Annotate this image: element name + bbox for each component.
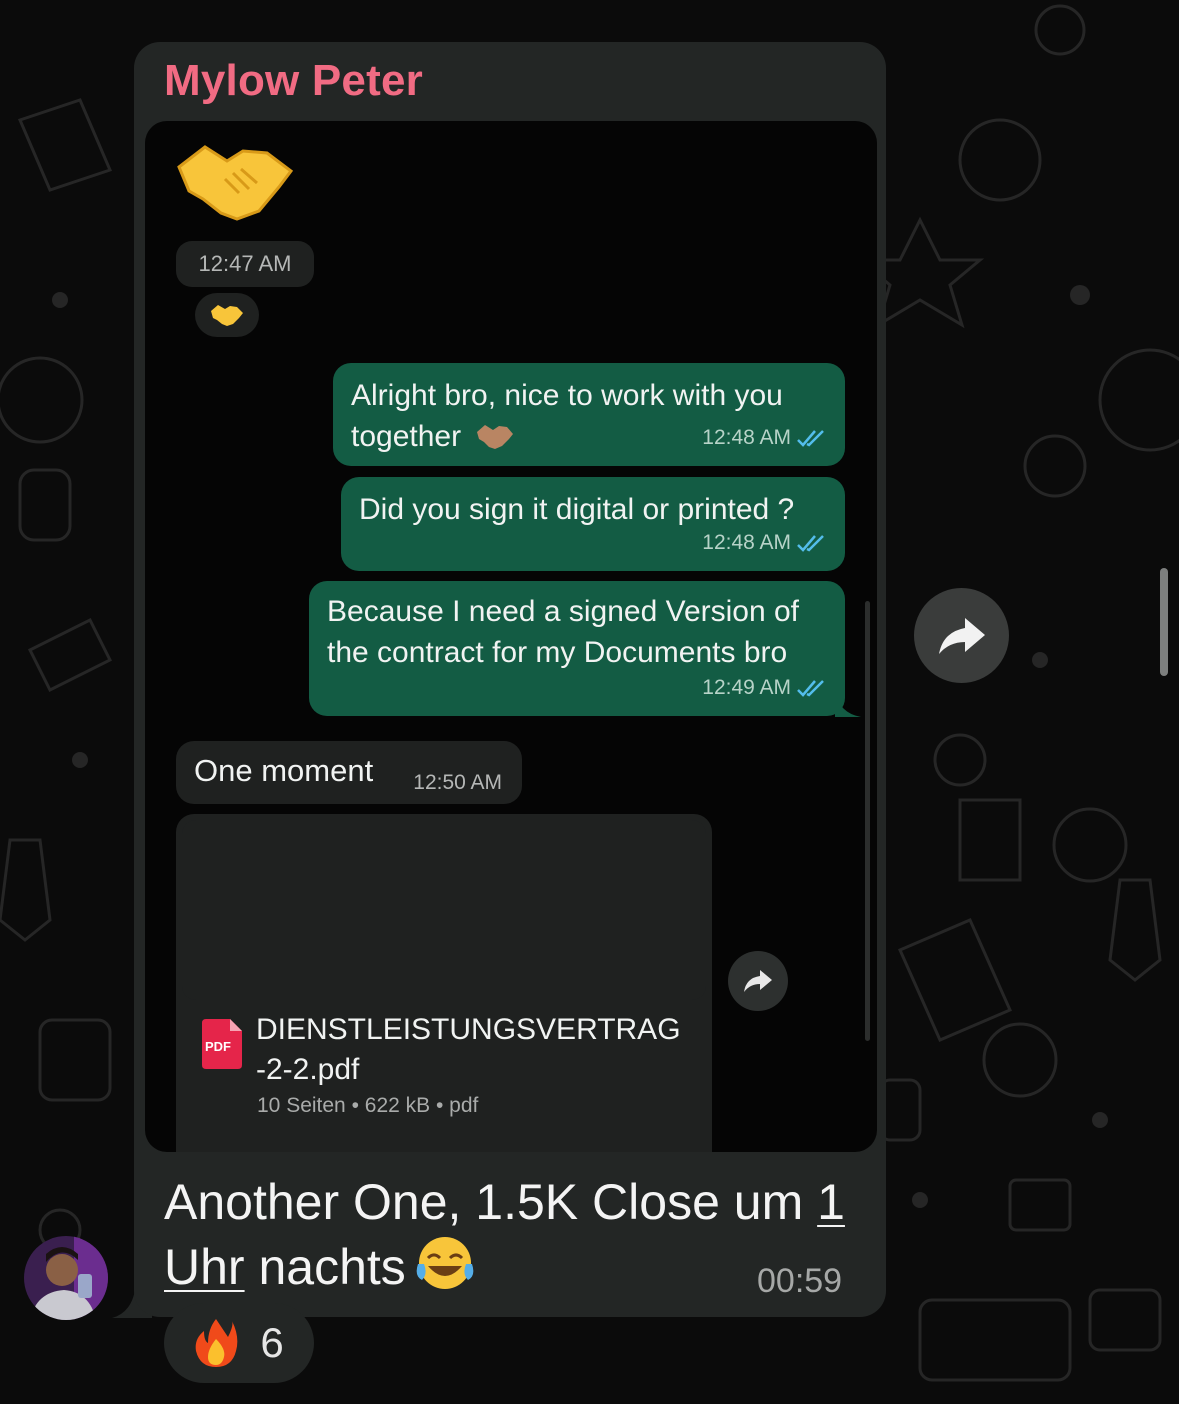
sender-name[interactable]: Mylow Peter [164, 56, 423, 106]
message-time: 12:50 AM [413, 771, 502, 794]
scrollbar[interactable] [1160, 568, 1168, 676]
outgoing-message[interactable]: Alright bro, nice to work with you toget… [333, 363, 845, 466]
scrollbar [865, 601, 870, 1041]
double-check-icon [797, 534, 824, 552]
handshake-emoji [211, 305, 243, 326]
link-text[interactable]: Uhr [164, 1239, 245, 1295]
laughing-emoji [416, 1237, 474, 1289]
message-text: Because I need a signed Version of [327, 595, 800, 628]
message-time: 12:48 AM [702, 531, 791, 554]
handshake-reaction [195, 293, 259, 337]
avatar-image [24, 1236, 108, 1320]
fire-emoji [195, 1319, 238, 1367]
incoming-message[interactable]: One moment 12:50 AM [176, 741, 522, 804]
document-name: DIENSTLEISTUNGSVERTRAG -2-2.pdf [256, 1013, 681, 1086]
reaction-count: 6 [260, 1319, 284, 1366]
outgoing-message[interactable]: Because I need a signed Version of the c… [309, 581, 845, 716]
link-text[interactable]: 1 [817, 1174, 845, 1230]
handshake-emoji [477, 425, 514, 449]
double-check-icon [797, 679, 824, 697]
screenshot-image[interactable]: 12:47 AM Alright bro, nice to work with … [145, 121, 877, 1152]
forward-button[interactable] [914, 588, 1009, 683]
bubble-tail [835, 691, 861, 717]
document-preview [182, 820, 706, 1000]
forward-button[interactable] [728, 951, 788, 1011]
outgoing-message[interactable]: Did you sign it digital or printed ? 12:… [341, 477, 845, 571]
avatar[interactable] [24, 1236, 108, 1320]
document-attachment[interactable]: PDF DIENSTLEISTUNGSVERTRAG -2-2.pdf 10 S… [176, 814, 712, 1152]
message-time: 00:59 [757, 1262, 843, 1300]
message-text: Alright bro, nice to work with you [351, 379, 783, 412]
pdf-icon-label: PDF [205, 1039, 231, 1054]
time-pill: 12:47 AM [176, 241, 314, 287]
forward-icon [938, 617, 985, 654]
reaction-badge[interactable]: 6 [164, 1303, 314, 1383]
double-check-icon [797, 429, 824, 447]
message-time: 12:48 AM [702, 426, 791, 449]
handshake-emoji [177, 145, 294, 221]
message-time: 12:49 AM [702, 676, 791, 699]
message-text: One moment [194, 753, 374, 788]
document-meta: 10 Seiten • 622 kB • pdf [257, 1094, 479, 1117]
forward-icon [744, 970, 772, 992]
